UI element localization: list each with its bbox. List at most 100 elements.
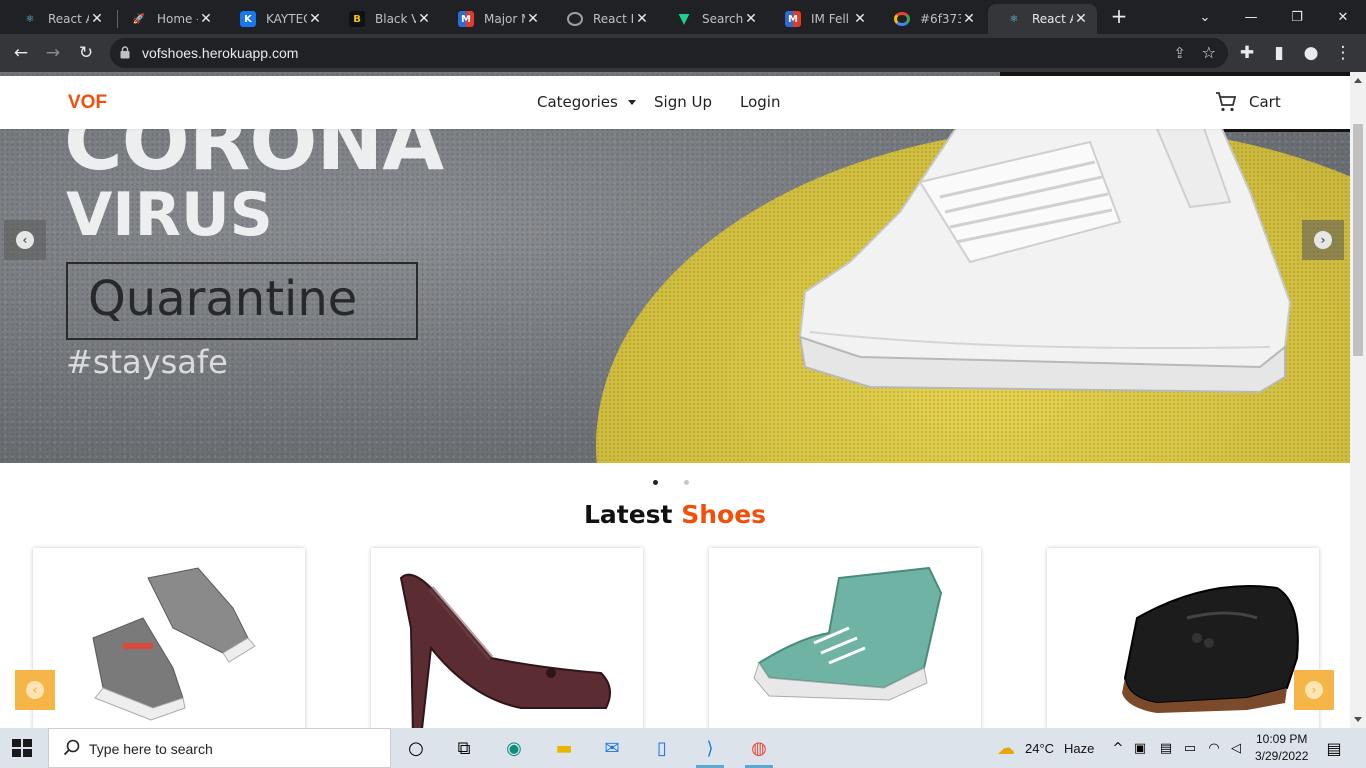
side-panel-icon[interactable]: ▮: [1266, 40, 1292, 66]
tab-black-vibes[interactable]: B Black Vib ✕: [331, 4, 440, 34]
taskbar-search-placeholder: Type here to search: [89, 741, 213, 757]
close-icon[interactable]: ✕: [198, 11, 214, 27]
meet-now-icon[interactable]: ▣: [1126, 734, 1154, 762]
vscode-icon[interactable]: ⟩: [696, 734, 724, 768]
hero-next-button[interactable]: ›: [1302, 220, 1344, 260]
site-navbar: VOF Categories Sign Up Login Cart: [0, 76, 1350, 129]
white-sneaker-image: [798, 102, 1292, 394]
browser-tab-strip: ⚛ React App ✕ 🚀 Home - Vi ✕ K KAYTECH ✕ …: [0, 0, 1366, 34]
close-icon[interactable]: ✕: [525, 11, 541, 27]
product-card[interactable]: [33, 548, 305, 728]
search-icon: [63, 739, 80, 756]
close-icon[interactable]: ✕: [743, 11, 759, 27]
tab-label: KAYTECH: [266, 12, 307, 26]
close-icon[interactable]: ✕: [852, 11, 868, 27]
carousel-indicator-2[interactable]: [684, 480, 689, 485]
extensions-icon[interactable]: ✚: [1234, 40, 1260, 66]
task-view-icon[interactable]: ⧉: [450, 734, 478, 762]
nav-categories[interactable]: Categories: [537, 93, 618, 111]
lock-icon: [120, 46, 130, 59]
products-next-button[interactable]: ›: [1294, 670, 1334, 710]
k-logo-icon: K: [240, 11, 256, 27]
product-image-black-loafer: [1122, 585, 1299, 713]
caret-down-icon[interactable]: [628, 100, 636, 105]
carousel-indicator-1[interactable]: [653, 480, 658, 485]
section-title-accent: Shoes: [681, 500, 767, 529]
new-tab-button[interactable]: +: [1109, 6, 1129, 26]
tab-im-fell[interactable]: M IM Fell DW ✕: [767, 4, 876, 34]
share-icon[interactable]: ⇪: [1173, 44, 1186, 62]
minimize-button[interactable]: —: [1228, 0, 1274, 34]
hero-line-quarantine: Quarantine: [88, 271, 358, 327]
tab-react-app-1[interactable]: ⚛ React App ✕: [4, 4, 113, 34]
hero-carousel: CORONA VIRUS Quarantine #staysafe ‹ ›: [0, 72, 1350, 463]
tab-label: React App: [48, 12, 89, 26]
tab-color-hex[interactable]: #6f373c ✕: [876, 4, 985, 34]
weather-condition[interactable]: Haze: [1064, 741, 1094, 756]
nav-cart[interactable]: Cart: [1249, 93, 1281, 111]
scrollbar-thumb[interactable]: [1353, 124, 1363, 356]
mail-icon[interactable]: ✉: [598, 734, 626, 762]
hero-prev-button[interactable]: ‹: [4, 220, 46, 260]
product-image-grey-sneakers: [92, 567, 256, 721]
tab-major-mo[interactable]: M Major Mo ✕: [440, 4, 549, 34]
forward-button[interactable]: →: [40, 40, 66, 66]
address-bar[interactable]: vofshoes.herokuapp.com ⇪ ☆: [110, 38, 1228, 68]
back-button[interactable]: ←: [8, 40, 34, 66]
products-prev-button[interactable]: ‹: [15, 670, 55, 710]
product-card[interactable]: [709, 548, 981, 728]
url-text: vofshoes.herokuapp.com: [142, 45, 299, 61]
profile-icon[interactable]: ●: [1298, 40, 1324, 66]
tab-home[interactable]: 🚀 Home - Vi ✕: [113, 4, 222, 34]
close-icon[interactable]: ✕: [961, 11, 977, 27]
cart-icon[interactable]: [1214, 90, 1238, 114]
product-card[interactable]: [371, 548, 643, 728]
windows-start-icon[interactable]: [12, 739, 32, 757]
taskbar-clock[interactable]: 10:09 PM 3/29/2022: [1255, 731, 1308, 765]
reload-button[interactable]: ↻: [73, 40, 99, 66]
hero-line-virus: VIRUS: [66, 180, 273, 250]
page-scrollbar[interactable]: [1350, 72, 1366, 728]
bookmark-star-icon[interactable]: ☆: [1202, 43, 1216, 62]
brand-logo[interactable]: VOF: [68, 92, 107, 114]
tab-label: Major Mo: [484, 12, 525, 26]
close-icon[interactable]: ✕: [416, 11, 432, 27]
product-card[interactable]: [1047, 548, 1319, 728]
notifications-icon[interactable]: ▤: [1320, 734, 1348, 762]
section-title: Latest Shoes: [0, 500, 1350, 529]
tab-kaytech[interactable]: K KAYTECH ✕: [222, 4, 331, 34]
close-icon[interactable]: ✕: [307, 11, 323, 27]
scroll-down-icon[interactable]: [1354, 717, 1362, 722]
volume-icon[interactable]: ◁: [1222, 734, 1250, 762]
tab-search-results[interactable]: ▼ Search re ✕: [658, 4, 767, 34]
taskbar-search-box[interactable]: Type here to search: [48, 728, 391, 768]
close-icon[interactable]: ✕: [89, 11, 105, 27]
menu-icon[interactable]: ⋮: [1330, 40, 1356, 66]
tab-label: React Icons: [593, 12, 634, 26]
tab-react-app-active[interactable]: ⚛ React App ✕: [988, 4, 1097, 34]
tab-react-icons[interactable]: React Icons ✕: [549, 4, 658, 34]
close-icon[interactable]: ✕: [1073, 11, 1089, 27]
clock-time: 10:09 PM: [1256, 732, 1308, 746]
close-window-button[interactable]: ✕: [1320, 0, 1366, 34]
scroll-up-icon[interactable]: [1354, 78, 1362, 83]
tab-search-button[interactable]: ⌄: [1182, 0, 1228, 34]
close-icon[interactable]: ✕: [634, 11, 650, 27]
tab-label: IM Fell DW: [811, 12, 852, 26]
nav-signup[interactable]: Sign Up: [654, 93, 712, 111]
tab-label: React App: [1032, 12, 1073, 26]
tab-label: #6f373c: [920, 12, 961, 26]
cortana-icon[interactable]: ○: [402, 734, 430, 762]
chrome-icon[interactable]: ◍: [745, 734, 773, 768]
globe-icon: [567, 12, 583, 26]
nav-login[interactable]: Login: [740, 93, 780, 111]
phone-link-icon[interactable]: ▯: [648, 734, 676, 762]
chevron-right-icon: ›: [1314, 231, 1332, 249]
mba-logo-icon: M: [458, 11, 474, 27]
weather-temperature[interactable]: 24°C: [1025, 741, 1054, 756]
chevron-left-icon: ‹: [26, 681, 44, 699]
carousel-indicators: [653, 480, 689, 485]
file-explorer-icon[interactable]: ▬: [550, 734, 578, 762]
edge-icon[interactable]: ◉: [500, 734, 528, 762]
restore-button[interactable]: ❐: [1274, 0, 1320, 34]
